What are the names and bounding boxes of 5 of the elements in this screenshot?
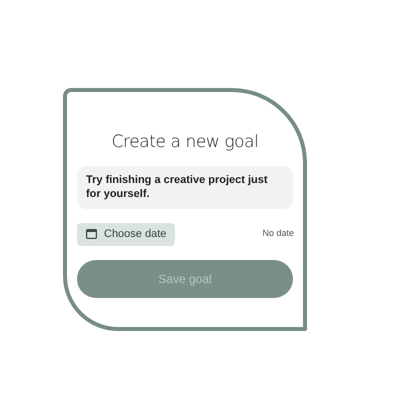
date-value: No date <box>262 227 294 240</box>
choose-date-button[interactable]: Choose date <box>77 222 176 246</box>
goal-field[interactable]: Try finishing a creative project just for yourself. <box>77 166 293 208</box>
dialog-title: Create a new goal <box>110 131 260 154</box>
calendar-icon <box>86 229 97 239</box>
